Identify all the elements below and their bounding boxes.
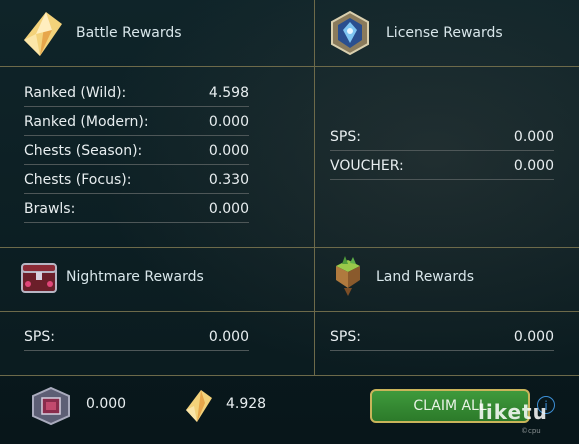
battle-row-chests-focus: Chests (Focus): 0.330 bbox=[24, 165, 249, 194]
footer-sps-total: 0.000 bbox=[86, 396, 127, 412]
land-rewards-header: Land Rewards bbox=[376, 249, 474, 305]
license-gem-icon bbox=[326, 10, 374, 60]
crystal-shard-icon-footer bbox=[182, 388, 216, 428]
watermark-logo: liketu bbox=[478, 400, 548, 424]
row-label: Brawls: bbox=[24, 201, 76, 217]
row-value: 0.000 bbox=[208, 201, 249, 217]
nightmare-rewards-header: Nightmare Rewards bbox=[66, 249, 204, 305]
row-value: 0.000 bbox=[208, 143, 249, 159]
row-label: VOUCHER: bbox=[330, 158, 404, 174]
license-row-voucher: VOUCHER: 0.000 bbox=[330, 151, 554, 180]
license-row-sps: SPS: 0.000 bbox=[330, 122, 554, 151]
row-value: 4.598 bbox=[208, 85, 249, 101]
watermark-subtext: ©cpu bbox=[521, 427, 541, 435]
battle-row-ranked-wild: Ranked (Wild): 4.598 bbox=[24, 78, 249, 107]
row-label: Chests (Focus): bbox=[24, 172, 132, 188]
row-label: Chests (Season): bbox=[24, 143, 143, 159]
footer-shard-total: 4.928 bbox=[226, 396, 267, 412]
row-label: Ranked (Modern): bbox=[24, 114, 149, 130]
battle-rewards-header: Battle Rewards bbox=[76, 5, 182, 61]
battle-row-chests-season: Chests (Season): 0.000 bbox=[24, 136, 249, 165]
divider-lower bbox=[0, 311, 579, 312]
row-label: Ranked (Wild): bbox=[24, 85, 127, 101]
sps-token-icon bbox=[30, 386, 72, 430]
row-value: 0.000 bbox=[513, 329, 554, 345]
rewards-panel: Battle Rewards Ranked (Wild): 4.598 Rank… bbox=[0, 0, 579, 444]
row-value: 0.000 bbox=[513, 158, 554, 174]
row-value: 0.330 bbox=[208, 172, 249, 188]
row-label: SPS: bbox=[24, 329, 55, 345]
nightmare-row-sps: SPS: 0.000 bbox=[24, 322, 249, 351]
crystal-shard-icon bbox=[18, 10, 68, 62]
license-rewards-header: License Rewards bbox=[386, 5, 503, 61]
divider-vertical bbox=[314, 0, 315, 376]
battle-rewards-title: Battle Rewards bbox=[76, 25, 182, 41]
row-label: SPS: bbox=[330, 129, 361, 145]
nightmare-chest-icon bbox=[16, 254, 62, 304]
row-value: 0.000 bbox=[513, 129, 554, 145]
license-rewards-title: License Rewards bbox=[386, 25, 503, 41]
row-value: 0.000 bbox=[208, 329, 249, 345]
land-row-sps: SPS: 0.000 bbox=[330, 322, 554, 351]
divider-top bbox=[0, 66, 579, 67]
nightmare-rewards-title: Nightmare Rewards bbox=[66, 269, 204, 285]
divider-middle bbox=[0, 247, 579, 248]
land-rewards-title: Land Rewards bbox=[376, 269, 475, 285]
floating-island-icon bbox=[326, 254, 370, 304]
row-value: 0.000 bbox=[208, 114, 249, 130]
battle-row-brawls: Brawls: 0.000 bbox=[24, 194, 249, 223]
row-label: SPS: bbox=[330, 329, 361, 345]
battle-row-ranked-modern: Ranked (Modern): 0.000 bbox=[24, 107, 249, 136]
